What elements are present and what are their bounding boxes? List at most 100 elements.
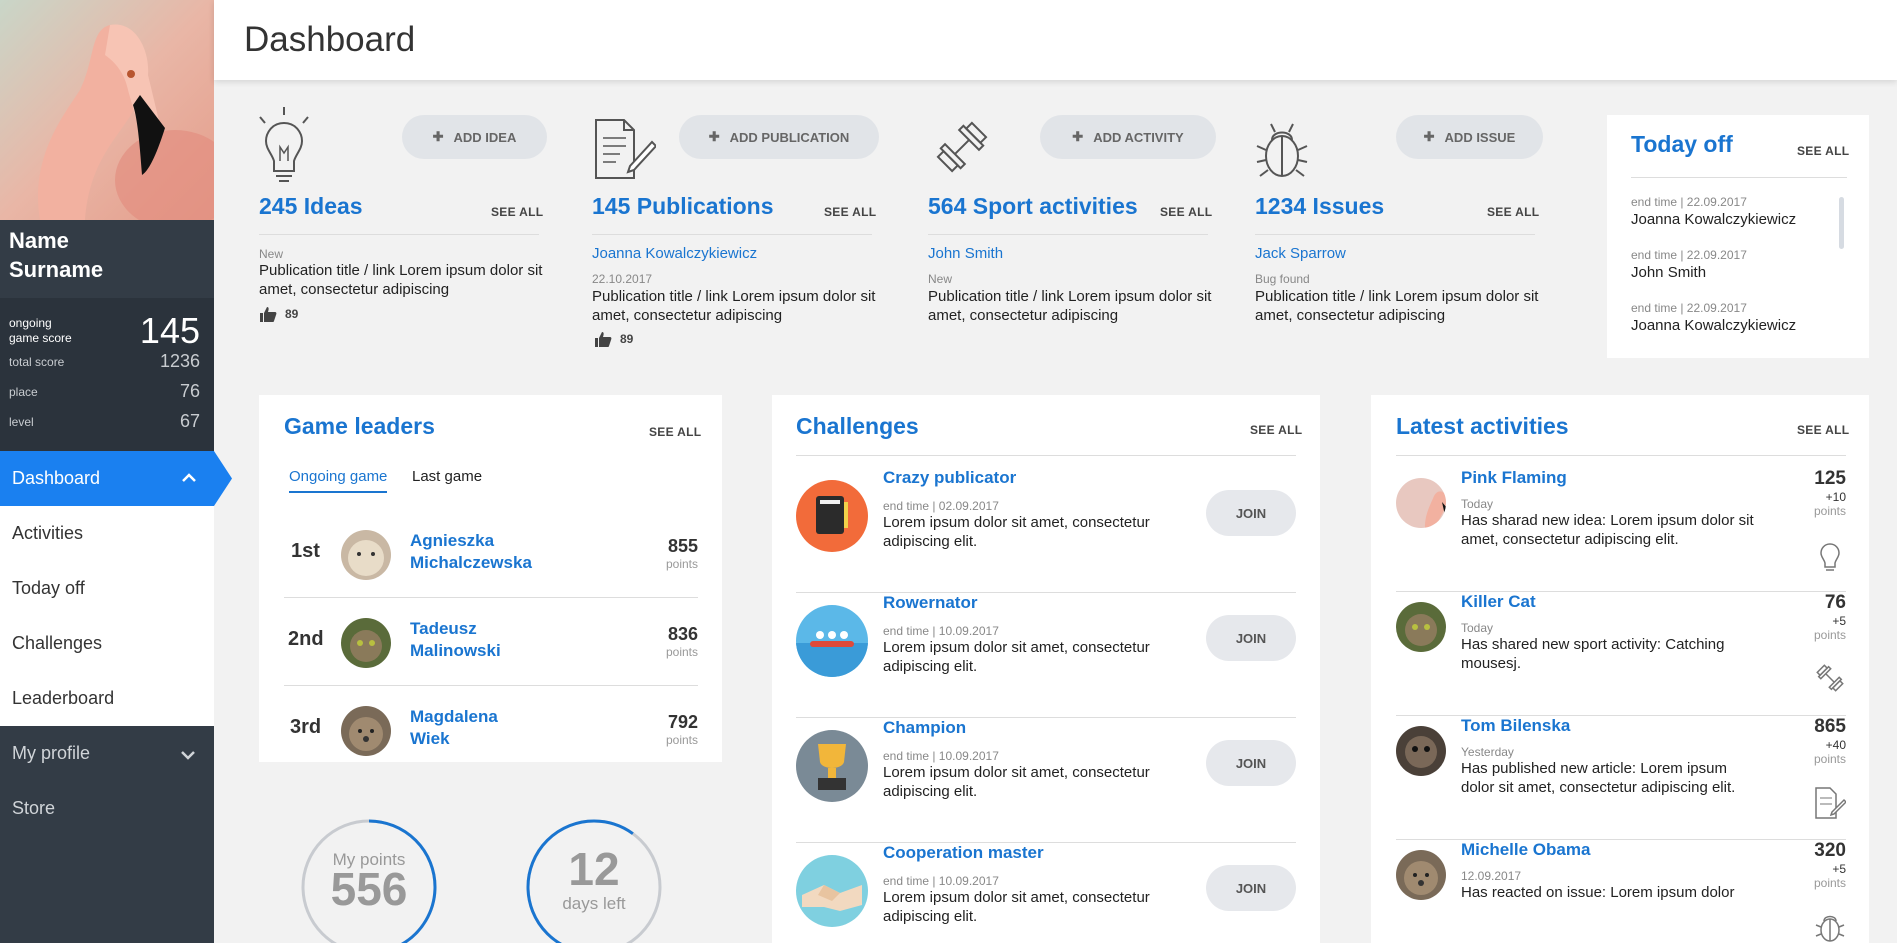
item-author[interactable]: Jack Sparrow xyxy=(1255,245,1346,262)
see-all-link[interactable]: SEE ALL xyxy=(491,205,543,219)
divider xyxy=(1396,455,1846,456)
see-all-link[interactable]: SEE ALL xyxy=(649,425,701,439)
activity-when: Today xyxy=(1461,621,1494,635)
score-row-place: place 76 xyxy=(9,381,200,402)
score-label: total score xyxy=(9,354,65,369)
challenge-text: Lorem ipsum dolor sit amet, consectetur … xyxy=(883,764,1150,800)
score-delta: +10 xyxy=(1825,490,1846,504)
activity-row[interactable]: Tom Bilenska Yesterday Has published new a… xyxy=(1396,716,1846,840)
stat-title: 564 Sport activities xyxy=(928,193,1138,219)
user-first-name: Name xyxy=(9,228,69,253)
nav-label: Leaderboard xyxy=(12,688,115,708)
nav-item-leaderboard[interactable]: Leaderboard xyxy=(0,671,214,726)
add-issue-button[interactable]: ✚ ADD ISSUE xyxy=(1396,115,1543,159)
activity-when: 12.09.2017 xyxy=(1461,869,1522,883)
user-name: Name Surname xyxy=(9,226,103,284)
activity-user[interactable]: Tom Bilenska xyxy=(1461,716,1570,736)
nav-item-activities[interactable]: Activities xyxy=(0,506,214,561)
challenge-icon xyxy=(796,480,868,552)
active-arrow-icon xyxy=(214,451,232,506)
activity-user[interactable]: Michelle Obama xyxy=(1461,840,1590,860)
join-button[interactable]: JOIN xyxy=(1206,740,1296,786)
leader-row[interactable]: 1st Agnieszka Michalczewska 855 points xyxy=(284,510,698,598)
lightbulb-icon xyxy=(1820,543,1840,571)
avatar[interactable] xyxy=(1396,850,1446,900)
likes[interactable]: 89 xyxy=(259,306,298,322)
nav-item-challenges[interactable]: Challenges xyxy=(0,616,214,671)
tab-last-game[interactable]: Last game xyxy=(412,468,482,485)
page-title: Dashboard xyxy=(244,20,416,59)
divider xyxy=(796,455,1296,456)
activity-score: 125 +10 points xyxy=(1814,468,1846,518)
points-label: points xyxy=(665,733,698,747)
leader-first-name: Tadeusz xyxy=(410,619,477,638)
nav-item-store[interactable]: Store xyxy=(0,781,214,836)
see-all-link[interactable]: SEE ALL xyxy=(1250,423,1302,437)
see-all-link[interactable]: SEE ALL xyxy=(1797,423,1849,437)
challenge-row[interactable]: Crazy publicator end time | 02.09.2017 Lor… xyxy=(796,468,1296,593)
divider xyxy=(928,234,1208,235)
join-button[interactable]: JOIN xyxy=(1206,615,1296,661)
item-text[interactable]: Publication title / link Lorem ipsum dol… xyxy=(928,287,1218,325)
activity-row[interactable]: Killer Cat Today Has shared new sport acti… xyxy=(1396,592,1846,716)
nav-item-today-off[interactable]: Today off xyxy=(0,561,214,616)
challenge-name[interactable]: Champion xyxy=(883,718,966,738)
leader-row[interactable]: 3rd Magdalena Wiek 792 points xyxy=(284,686,698,762)
plus-icon: ✚ xyxy=(1423,129,1435,144)
leader-row[interactable]: 2nd Tadeusz Malinowski 836 points xyxy=(284,598,698,686)
challenge-row[interactable]: Cooperation master end time | 10.09.2017 L… xyxy=(796,843,1296,943)
nav-item-my-profile[interactable]: My profile xyxy=(0,726,214,781)
item-text[interactable]: Publication title / link Lorem ipsum dol… xyxy=(1255,287,1545,325)
activity-row[interactable]: Michelle Obama 12.09.2017 Has reacted on i… xyxy=(1396,840,1846,943)
add-activity-button[interactable]: ✚ ADD ACTIVITY xyxy=(1040,115,1216,159)
leader-name[interactable]: Tadeusz Malinowski xyxy=(410,618,501,662)
activity-user[interactable]: Killer Cat xyxy=(1461,592,1536,612)
today-off-item[interactable]: end time | 22.09.2017 Joanna Kowalczykie… xyxy=(1631,301,1796,334)
leader-name[interactable]: Agnieszka Michalczewska xyxy=(410,530,532,574)
document-icon xyxy=(595,119,656,179)
add-idea-button[interactable]: ✚ ADD IDEA xyxy=(402,115,547,159)
leader-name[interactable]: Magdalena Wiek xyxy=(410,706,498,750)
add-publication-button[interactable]: ✚ ADD PUBLICATION xyxy=(679,115,879,159)
join-button[interactable]: JOIN xyxy=(1206,865,1296,911)
item-text[interactable]: Publication title / link Lorem ipsum dol… xyxy=(592,287,882,325)
chevron-down-icon xyxy=(181,751,195,760)
leader-last-name: Michalczewska xyxy=(410,553,532,572)
thumbs-up-icon xyxy=(260,307,277,322)
challenge-name[interactable]: Cooperation master xyxy=(883,843,1044,863)
avatar[interactable] xyxy=(1396,478,1446,528)
item-meta: 22.10.2017 xyxy=(592,272,653,286)
challenge-name[interactable]: Crazy publicator xyxy=(883,468,1016,488)
scrollbar[interactable] xyxy=(1839,197,1844,249)
leader-points: 792 points xyxy=(666,712,698,747)
challenges-card: Challenges SEE ALL Crazy publicator end t… xyxy=(772,395,1320,943)
see-all-link[interactable]: SEE ALL xyxy=(1487,205,1539,219)
nav-item-dashboard[interactable]: Dashboard xyxy=(0,451,232,506)
challenge-row[interactable]: Champion end time | 10.09.2017 Lorem ipsum… xyxy=(796,718,1296,843)
item-author[interactable]: Joanna Kowalczykiewicz xyxy=(592,245,757,262)
avatar[interactable] xyxy=(1396,602,1446,652)
item-author[interactable]: John Smith xyxy=(928,245,1003,262)
thumbs-up-icon xyxy=(595,332,612,347)
profile-photo[interactable] xyxy=(0,0,214,220)
avatar[interactable] xyxy=(1396,726,1446,776)
join-button[interactable]: JOIN xyxy=(1206,490,1296,536)
dumbbell-icon xyxy=(1816,664,1844,692)
card-title: Today off xyxy=(1631,131,1733,157)
divider xyxy=(1631,177,1847,178)
activity-user[interactable]: Pink Flaming xyxy=(1461,468,1567,488)
tab-ongoing-game[interactable]: Ongoing game xyxy=(289,468,388,493)
item-text[interactable]: Publication title / link Lorem ipsum dol… xyxy=(259,261,549,299)
likes-count: 89 xyxy=(620,332,634,346)
likes[interactable]: 89 xyxy=(594,331,633,347)
ongoing-label-line1: ongoing xyxy=(9,316,52,330)
challenge-name[interactable]: Rowernator xyxy=(883,593,977,613)
activity-row[interactable]: Pink Flaming Today Has sharad new idea: Lo… xyxy=(1396,468,1846,592)
challenge-row[interactable]: Rowernator end time | 10.09.2017 Lorem ips… xyxy=(796,593,1296,718)
see-all-link[interactable]: SEE ALL xyxy=(824,205,876,219)
today-off-item[interactable]: end time | 22.09.2017 Joanna Kowalczykie… xyxy=(1631,195,1796,228)
see-all-link[interactable]: SEE ALL xyxy=(1797,144,1849,158)
leader-place: 2nd xyxy=(288,628,324,650)
today-off-item[interactable]: end time | 22.09.2017 John Smith xyxy=(1631,248,1747,281)
see-all-link[interactable]: SEE ALL xyxy=(1160,205,1212,219)
